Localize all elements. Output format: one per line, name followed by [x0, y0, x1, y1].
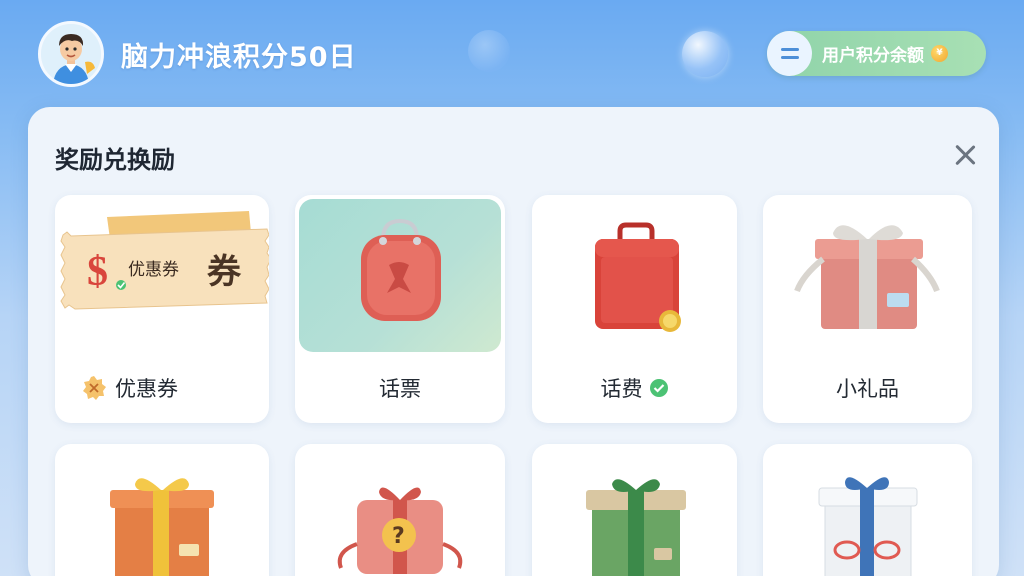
- decorative-bubble: [682, 31, 728, 77]
- points-balance-button[interactable]: 用户积分余额 ¥: [767, 31, 986, 76]
- green-gift-icon: [586, 479, 686, 576]
- points-balance-label: 用户积分余额: [822, 46, 924, 66]
- coupon-badge-icon: [83, 376, 106, 400]
- reward-card-green-gift[interactable]: [532, 444, 737, 576]
- header: 脑力冲浪积分50日: [38, 21, 357, 87]
- decorative-bubble: [468, 30, 510, 72]
- svg-text:$: $: [87, 249, 108, 295]
- coupon-ticket-icon: $ 优惠券 券: [60, 211, 269, 310]
- close-button[interactable]: [953, 143, 977, 167]
- reward-card-orange-gift[interactable]: [55, 444, 269, 576]
- reward-card-mystery-gift[interactable]: ?: [295, 444, 505, 576]
- mystery-gift-icon: ?: [337, 487, 463, 574]
- check-circle-icon: [649, 379, 668, 397]
- reward-exchange-panel: 奖励兑换励 $ 优惠券 券 优惠券 话票 话费 小礼品 ?: [28, 107, 999, 576]
- white-gift-icon: [818, 477, 918, 576]
- reward-card-phone-credit[interactable]: 话费: [532, 195, 737, 423]
- svg-text:?: ?: [392, 524, 405, 549]
- reward-card-coupon[interactable]: $ 优惠券 券 优惠券: [55, 195, 269, 423]
- reward-card-white-gift[interactable]: [763, 444, 972, 576]
- avatar-boy-icon: [41, 24, 101, 84]
- card-label: 小礼品: [836, 377, 899, 401]
- panel-title: 奖励兑换励: [55, 146, 175, 174]
- red-suitcase-icon: [595, 222, 681, 332]
- card-label: 话费: [600, 377, 643, 401]
- card-label: 优惠券: [115, 377, 178, 401]
- reward-card-phone-ticket[interactable]: 话票: [295, 195, 505, 423]
- gift-box-icon: [794, 225, 940, 329]
- card-label: 话票: [379, 377, 421, 401]
- red-bag-icon: [361, 218, 441, 321]
- reward-card-small-gift[interactable]: 小礼品: [763, 195, 972, 423]
- ticket-big-char: 券: [207, 252, 242, 292]
- ticket-text: 优惠券: [128, 260, 179, 280]
- menu-icon[interactable]: [767, 31, 812, 76]
- orange-gift-icon: [110, 478, 214, 576]
- app-title: 脑力冲浪积分50日: [121, 41, 357, 73]
- avatar[interactable]: [38, 21, 104, 87]
- coin-icon: ¥: [931, 45, 948, 62]
